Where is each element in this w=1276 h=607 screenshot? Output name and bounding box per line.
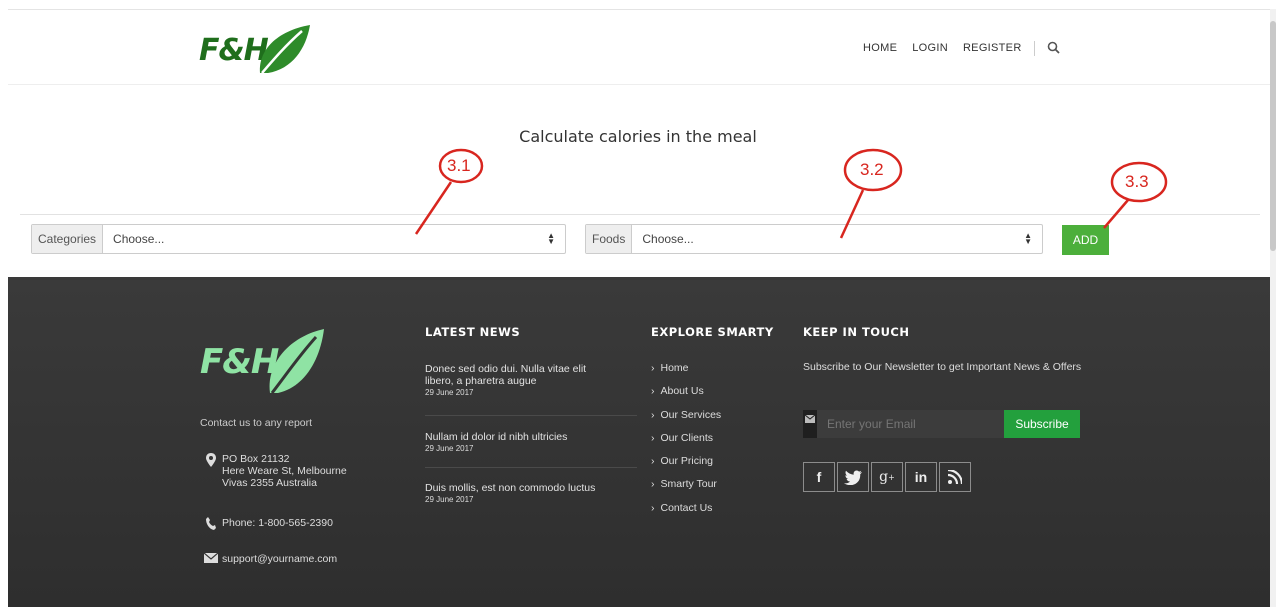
scrollbar[interactable]	[1270, 9, 1276, 607]
foods-select-group: Foods Choose... ▲ ▼	[585, 224, 1043, 254]
phone-icon	[200, 517, 222, 530]
news-item[interactable]: Duis mollis, est non commodo luctus 29 J…	[425, 482, 610, 504]
news-title[interactable]: Donec sed odio dui. Nulla vitae elit lib…	[425, 363, 610, 387]
categories-label: Categories	[32, 225, 104, 253]
foods-select[interactable]: Choose... ▲ ▼	[632, 225, 1042, 253]
news-title[interactable]: Nullam id dolor id nibh ultricies	[425, 431, 610, 443]
page-title: Calculate calories in the meal	[519, 127, 757, 146]
google-plus-icon[interactable]: g +	[871, 462, 903, 492]
envelope-icon	[803, 410, 817, 438]
select-arrows-icon: ▲ ▼	[547, 231, 555, 246]
categories-select[interactable]: Choose... ▲ ▼	[103, 225, 565, 253]
categories-selected-value: Choose...	[113, 232, 165, 246]
nav-divider	[1033, 40, 1035, 56]
facebook-icon[interactable]: f	[803, 462, 835, 492]
add-button[interactable]: ADD	[1062, 225, 1109, 255]
select-arrows-icon: ▲ ▼	[1024, 231, 1032, 246]
explore-heading: EXPLORE SMARTY	[651, 325, 774, 339]
footer-logo[interactable]: F&H	[200, 327, 326, 397]
main-nav: HOME LOGIN REGISTER	[863, 40, 1060, 56]
annotation-label: 3.3	[1125, 172, 1149, 191]
foods-selected-value: Choose...	[642, 232, 694, 246]
annotation-label: 3.2	[860, 160, 884, 179]
explore-links: Home About Us Our Services Our Clients O…	[651, 362, 722, 525]
nav-register[interactable]: REGISTER	[963, 42, 1022, 54]
newsletter-email-input[interactable]	[817, 410, 1004, 438]
keep-in-touch-heading: KEEP IN TOUCH	[803, 325, 910, 339]
news-divider	[425, 415, 637, 416]
news-date: 29 June 2017	[425, 495, 474, 504]
phone-row: Phone: 1-800-565-2390	[200, 517, 333, 530]
explore-link-home[interactable]: Home	[651, 362, 721, 385]
address-line: Vivas 2355 Australia	[222, 477, 317, 489]
contact-heading: Contact us to any report	[200, 417, 313, 429]
explore-link-contact[interactable]: Contact Us	[651, 502, 721, 525]
news-date: 29 June 2017	[425, 444, 474, 453]
newsletter-form: Subscribe	[803, 410, 1080, 438]
subscribe-button[interactable]: Subscribe	[1004, 410, 1080, 438]
nav-login[interactable]: LOGIN	[912, 42, 948, 54]
news-item[interactable]: Nullam id dolor id nibh ultricies 29 Jun…	[425, 431, 610, 453]
site-logo[interactable]: F&H	[199, 20, 312, 80]
explore-link-clients[interactable]: Our Clients	[651, 432, 721, 455]
social-links: f g + in	[803, 462, 973, 492]
news-item[interactable]: Donec sed odio dui. Nulla vitae elit lib…	[425, 363, 610, 397]
rss-icon[interactable]	[939, 462, 971, 492]
leaf-icon	[269, 329, 325, 394]
explore-link-services[interactable]: Our Services	[651, 409, 722, 432]
section-divider	[20, 214, 1260, 215]
leaf-icon	[259, 25, 310, 74]
envelope-icon	[200, 553, 222, 565]
site-footer: F&H Contact us to any report PO Box 2113…	[8, 277, 1270, 607]
foods-label: Foods	[586, 225, 633, 253]
explore-link-about[interactable]: About Us	[651, 385, 721, 408]
search-icon[interactable]	[1047, 39, 1060, 58]
explore-link-pricing[interactable]: Our Pricing	[651, 455, 721, 478]
twitter-icon[interactable]	[837, 462, 869, 492]
address-line: Here Weare St, Melbourne	[222, 465, 347, 477]
site-header: F&H HOME LOGIN REGISTER	[8, 10, 1270, 85]
news-date: 29 June 2017	[425, 388, 474, 397]
map-marker-icon	[200, 453, 222, 489]
news-divider	[425, 467, 637, 468]
phone-number: Phone: 1-800-565-2390	[222, 517, 333, 529]
linkedin-icon[interactable]: in	[905, 462, 937, 492]
categories-select-group: Categories Choose... ▲ ▼	[31, 224, 566, 254]
address-line: PO Box 21132	[222, 453, 290, 465]
newsletter-text: Subscribe to Our Newsletter to get Impor…	[803, 361, 1082, 373]
news-title[interactable]: Duis mollis, est non commodo luctus	[425, 482, 610, 494]
latest-news-heading: LATEST NEWS	[425, 325, 521, 339]
email-row: support@yourname.com	[200, 553, 337, 565]
nav-home[interactable]: HOME	[863, 42, 897, 54]
email-link[interactable]: support@yourname.com	[222, 553, 337, 565]
explore-link-tour[interactable]: Smarty Tour	[651, 478, 721, 501]
address-row: PO Box 21132 Here Weare St, Melbourne Vi…	[200, 453, 347, 489]
annotation-label: 3.1	[447, 156, 471, 175]
